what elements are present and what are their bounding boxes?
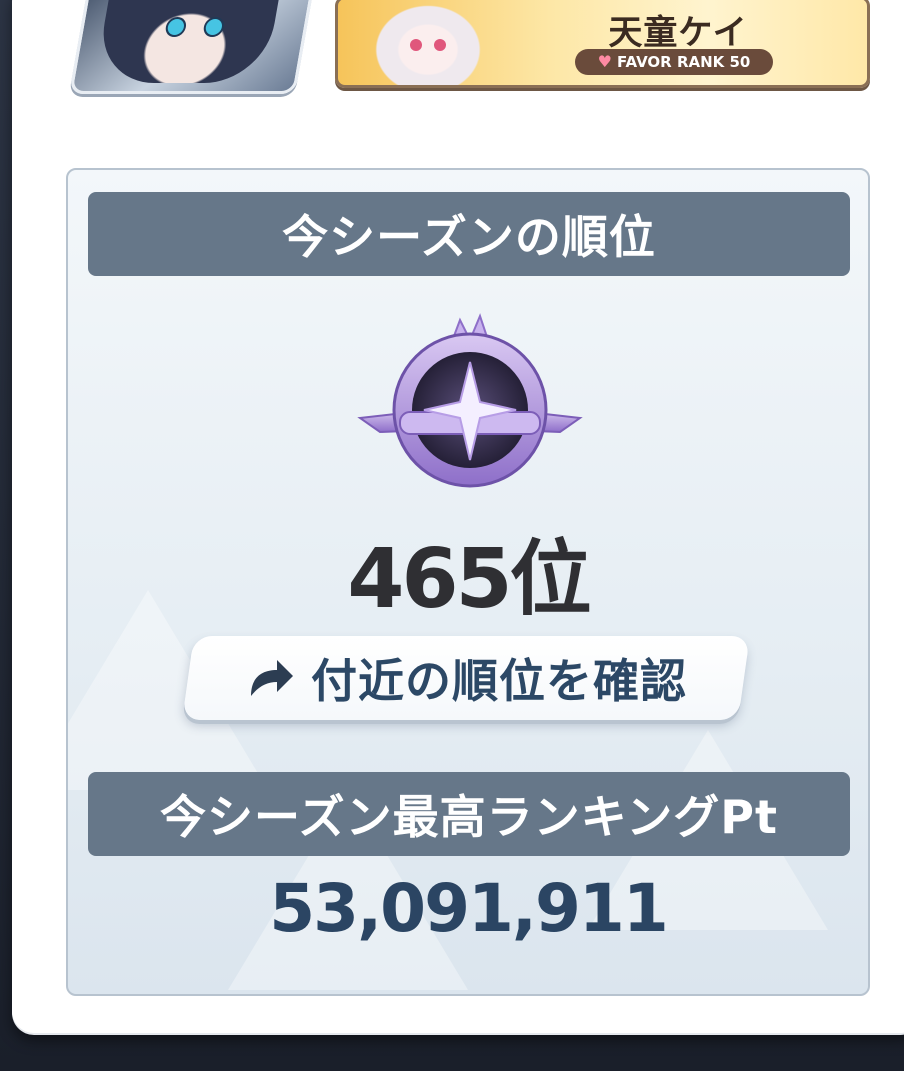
ranking-screen: 天童ケイ ♥ FAVOR RANK 50 今シーズンの順位 465位 付近の順位… bbox=[0, 0, 904, 1071]
rank-emblem-icon bbox=[357, 313, 583, 488]
chibi-eye bbox=[410, 39, 422, 51]
season-best-points-header: 今シーズン最高ランキングPt bbox=[88, 772, 850, 856]
share-arrow-icon bbox=[251, 660, 293, 696]
season-rank-value: 465位 bbox=[347, 532, 591, 627]
character-name: 天童ケイ bbox=[608, 13, 748, 53]
character-name-plate[interactable]: 天童ケイ ♥ FAVOR RANK 50 bbox=[335, 0, 870, 88]
check-nearby-rank-label: 付近の順位を確認 bbox=[311, 654, 687, 708]
student-portrait[interactable] bbox=[69, 0, 317, 94]
season-best-points-value: 53,091,911 bbox=[269, 870, 669, 947]
character-chibi-icon bbox=[368, 0, 488, 85]
favor-rank-badge: ♥ FAVOR RANK 50 bbox=[575, 49, 773, 75]
heart-icon: ♥ bbox=[597, 52, 612, 71]
favor-rank-label: FAVOR RANK 50 bbox=[616, 53, 751, 71]
chibi-eye bbox=[434, 39, 446, 51]
season-rank-header: 今シーズンの順位 bbox=[88, 192, 850, 276]
check-nearby-rank-button[interactable]: 付近の順位を確認 bbox=[182, 636, 750, 720]
portrait-hair bbox=[94, 0, 284, 83]
season-rank-box: 今シーズンの順位 465位 付近の順位を確認 今シーズン最高ランキングPt 53… bbox=[66, 168, 870, 996]
